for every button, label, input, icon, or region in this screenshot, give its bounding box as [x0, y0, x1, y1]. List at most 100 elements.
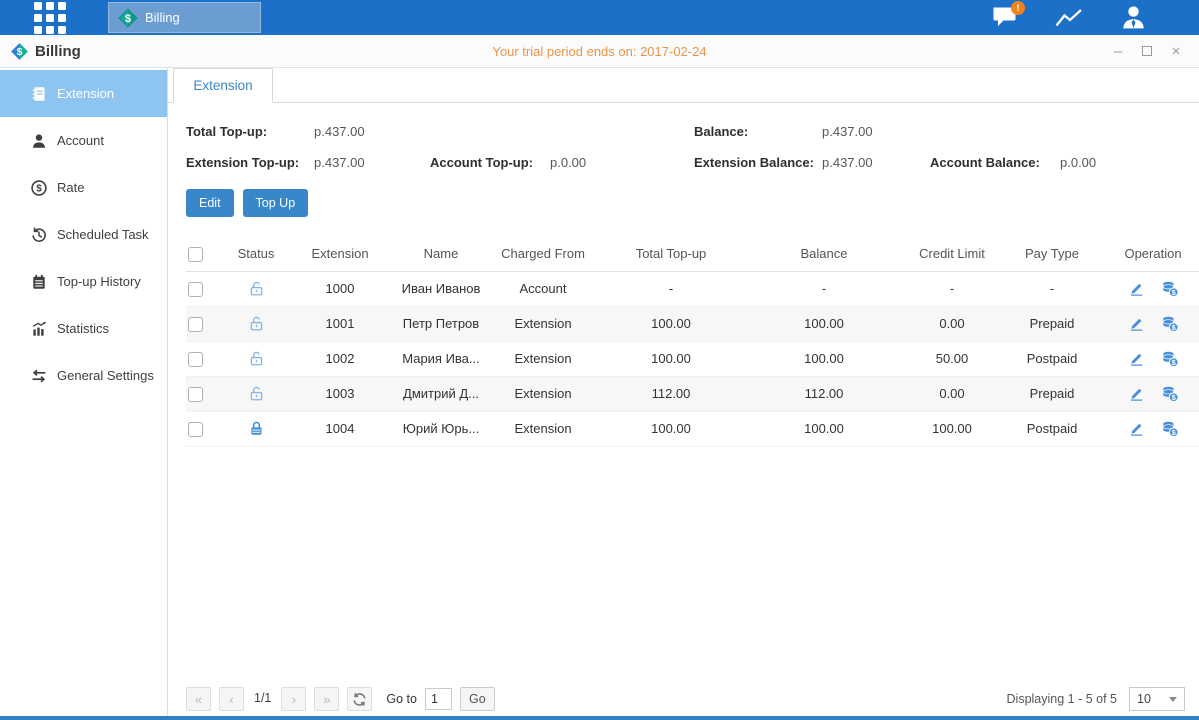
topbar-actions: ! [989, 4, 1149, 32]
sidebar-item-statistics[interactable]: Statistics [0, 305, 167, 352]
cell-total-topup: - [598, 271, 744, 306]
cell-charged-from: Extension [488, 376, 598, 411]
cell-pay-type: Postpaid [1000, 411, 1104, 446]
action-buttons: Edit Top Up [186, 189, 1199, 217]
edit-icon[interactable] [1128, 280, 1145, 297]
row-checkbox[interactable] [188, 422, 203, 437]
cell-status [226, 306, 286, 341]
sidebar-item-extension[interactable]: Extension [0, 70, 167, 117]
page-size-value: 10 [1137, 692, 1151, 706]
account-topup-label: Account Top-up: [430, 155, 550, 170]
column-header-status: Status [226, 237, 286, 271]
messages-icon[interactable]: ! [989, 4, 1021, 32]
row-checkbox[interactable] [188, 317, 203, 332]
cell-charged-from: Extension [488, 306, 598, 341]
row-checkbox[interactable] [188, 387, 203, 402]
cell-credit-limit: 50.00 [904, 341, 1000, 376]
sidebar-item-top-up-history[interactable]: Top-up History [0, 258, 167, 305]
billing-diamond-icon: $ [118, 8, 138, 28]
cell-extension: 1001 [286, 306, 394, 341]
go-button[interactable]: Go [460, 687, 495, 711]
prev-page-button[interactable]: ‹ [219, 687, 244, 711]
cell-charged-from: Extension [488, 411, 598, 446]
edit-icon[interactable] [1128, 420, 1145, 437]
cell-total-topup: 100.00 [598, 341, 744, 376]
resource-monitor-icon[interactable] [1053, 4, 1085, 32]
sidebar: Extension Account$RateScheduled Task Top-u… [0, 68, 168, 716]
page-size-select[interactable]: 10 [1129, 687, 1185, 711]
close-icon[interactable]: × [1169, 44, 1183, 58]
sidebar-item-account[interactable]: Account [0, 117, 167, 164]
account-topup-value: p.0.00 [550, 155, 586, 170]
tab-extension[interactable]: Extension [173, 68, 273, 103]
sidebar-item-rate[interactable]: $Rate [0, 164, 167, 211]
balance-label: Balance: [694, 124, 822, 139]
lock-open-icon [248, 350, 265, 367]
next-page-button[interactable]: › [281, 687, 306, 711]
cell-total-topup: 100.00 [598, 306, 744, 341]
account-icon [30, 132, 48, 150]
last-page-button[interactable]: » [314, 687, 339, 711]
cell-name: Юрий Юрь... [394, 411, 488, 446]
app-tab-billing[interactable]: $ Billing [108, 2, 261, 33]
user-account-icon[interactable] [1117, 4, 1149, 32]
cell-operation: $ [1104, 341, 1199, 376]
sidebar-item-label: Top-up History [57, 274, 141, 289]
goto-page-input[interactable] [425, 688, 452, 710]
extension-balance-value: p.437.00 [822, 155, 930, 170]
sidebar-item-label: General Settings [57, 368, 154, 383]
cell-name: Иван Иванов [394, 271, 488, 306]
edit-icon[interactable] [1128, 350, 1145, 367]
account-balance-label: Account Balance: [930, 155, 1060, 170]
topup-history-icon [30, 273, 48, 291]
refresh-icon [352, 692, 367, 707]
topup-icon[interactable]: $ [1161, 385, 1179, 403]
column-header-operation: Operation [1104, 237, 1199, 271]
minimize-icon[interactable]: – [1111, 44, 1125, 58]
column-header-balance: Balance [744, 237, 904, 271]
table-row-1001: 1001Петр ПетровExtension100.00100.000.00… [186, 306, 1199, 341]
row-checkbox-cell [186, 376, 226, 411]
page-indicator: 1/1 [254, 691, 271, 705]
header-checkbox-cell [186, 237, 226, 271]
cell-operation: $ [1104, 271, 1199, 306]
topup-icon[interactable]: $ [1161, 315, 1179, 333]
sidebar-item-general-settings[interactable]: General Settings [0, 352, 167, 399]
displaying-text: Displaying 1 - 5 of 5 [1007, 692, 1117, 706]
edit-icon[interactable] [1128, 385, 1145, 402]
cell-total-topup: 112.00 [598, 376, 744, 411]
app-grid-icon[interactable] [34, 2, 66, 34]
row-checkbox[interactable] [188, 352, 203, 367]
refresh-button[interactable] [347, 687, 372, 711]
first-page-button[interactable]: « [186, 687, 211, 711]
select-all-checkbox[interactable] [188, 247, 203, 262]
cell-charged-from: Extension [488, 341, 598, 376]
cell-status [226, 411, 286, 446]
sidebar-item-scheduled-task[interactable]: Scheduled Task [0, 211, 167, 258]
topup-icon[interactable]: $ [1161, 420, 1179, 438]
row-checkbox[interactable] [188, 282, 203, 297]
edit-icon[interactable] [1128, 315, 1145, 332]
maximize-icon[interactable] [1142, 46, 1152, 56]
table-row-1004: 1004Юрий Юрь...Extension100.00100.00100.… [186, 411, 1199, 446]
cell-pay-type: - [1000, 271, 1104, 306]
lock-open-icon [248, 280, 265, 297]
cell-credit-limit: 0.00 [904, 306, 1000, 341]
sidebar-item-label: Extension [57, 86, 114, 101]
total-topup-label: Total Top-up: [186, 124, 314, 139]
extension-topup-value: p.437.00 [314, 155, 430, 170]
lock-closed-icon [248, 420, 265, 437]
rate-icon: $ [30, 179, 48, 197]
cell-name: Дмитрий Д... [394, 376, 488, 411]
column-header-total-top-up: Total Top-up [598, 237, 744, 271]
general-settings-icon [30, 367, 48, 385]
topup-icon[interactable]: $ [1161, 280, 1179, 298]
window-controls: – × [1111, 44, 1183, 58]
account-balance-value: p.0.00 [1060, 155, 1096, 170]
edit-button[interactable]: Edit [186, 189, 234, 217]
cell-credit-limit: - [904, 271, 1000, 306]
balance-value: p.437.00 [822, 124, 873, 139]
top-up-button[interactable]: Top Up [243, 189, 309, 217]
lock-open-icon [248, 385, 265, 402]
topup-icon[interactable]: $ [1161, 350, 1179, 368]
